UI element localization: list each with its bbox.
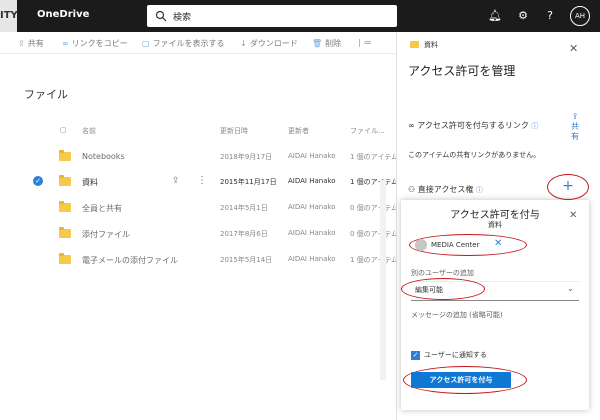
file-name[interactable]: 電子メールの添付ファイル bbox=[82, 255, 178, 266]
bell-icon[interactable]: 🔔︎ bbox=[488, 9, 502, 23]
highlight-ring bbox=[401, 278, 485, 300]
folder-icon bbox=[59, 227, 71, 238]
direct-access-section: ⚇ 直接アクセス権 ⓘ bbox=[408, 185, 483, 194]
remove-person-icon[interactable]: ✕ bbox=[494, 238, 502, 249]
file-date: 2014年5月1日 bbox=[220, 204, 268, 212]
check-icon[interactable]: ✓ bbox=[33, 176, 43, 186]
chevron-down-icon[interactable]: ⌄ bbox=[567, 284, 574, 293]
column-modified-by[interactable]: 更新者 bbox=[288, 126, 309, 136]
search-placeholder: 検索 bbox=[173, 13, 192, 23]
avatar[interactable]: AH bbox=[570, 6, 590, 26]
gear-icon[interactable]: ⚙ bbox=[516, 9, 530, 23]
more-vertical-icon[interactable]: ⋮ bbox=[197, 175, 207, 186]
dialog-subtitle: 資料 bbox=[488, 221, 502, 229]
pane-breadcrumb: 資料 bbox=[424, 41, 438, 49]
file-size: 1 個のアイテム bbox=[350, 178, 398, 186]
add-access-button[interactable]: + bbox=[547, 174, 589, 200]
delete-command[interactable]: 🗑︎ 削除 bbox=[312, 38, 341, 49]
file-icon: ▢ bbox=[142, 39, 150, 48]
folder-icon bbox=[59, 201, 71, 212]
divider bbox=[380, 180, 386, 380]
add-user-label[interactable]: 別のユーザーの追加 bbox=[411, 268, 474, 278]
edge-label: ITY bbox=[0, 0, 17, 32]
more-icon: | bbox=[358, 38, 361, 47]
message-input[interactable]: メッセージの追加 (省略可能) bbox=[411, 310, 503, 320]
file-name[interactable]: Notebooks bbox=[82, 152, 125, 161]
file-size: 0 個のアイテム bbox=[350, 230, 398, 238]
file-name[interactable]: 添付ファイル bbox=[82, 229, 130, 240]
file-modified-by: AIDAI Hanako bbox=[288, 152, 336, 160]
download-command[interactable]: ↓ ダウンロード bbox=[240, 38, 298, 49]
share-icon[interactable]: ⇪ bbox=[172, 176, 180, 186]
file-modified-by: AIDAI Hanako bbox=[288, 255, 336, 263]
page-title: ファイル bbox=[24, 88, 68, 101]
app-name[interactable]: OneDrive bbox=[37, 9, 89, 20]
search-input[interactable]: 検索 bbox=[147, 5, 397, 27]
file-size: 1 個のアイテム bbox=[350, 256, 398, 264]
notify-checkbox[interactable]: ✓ ユーザーに通知する bbox=[411, 350, 487, 360]
info-icon[interactable]: ⓘ bbox=[531, 122, 538, 130]
column-name[interactable]: 名前 bbox=[82, 126, 96, 136]
command-bar: ⇪ 共有 ∞ リンクをコピー ▢ ファイルを表示する ↓ ダウンロード 🗑︎ 削除 | ≔ bbox=[0, 32, 396, 54]
share-icon: ⇪ bbox=[18, 39, 25, 48]
close-icon[interactable]: ✕ bbox=[569, 42, 578, 55]
table-row[interactable]: ✓ 資料 ⇪ ⋮ 2015年11月17日 AIDAI Hanako 1 個のアイ… bbox=[0, 169, 398, 195]
folder-icon bbox=[59, 150, 71, 161]
permission-select[interactable]: 編集可能 bbox=[415, 285, 443, 295]
copy-link-command[interactable]: ∞ リンクをコピー bbox=[62, 38, 128, 49]
file-modified-by: AIDAI Hanako bbox=[288, 229, 336, 237]
file-size: 0 個のアイテム bbox=[350, 204, 398, 212]
file-modified-by: AIDAI Hanako bbox=[288, 203, 336, 211]
link-icon: ∞ bbox=[408, 121, 418, 130]
file-name[interactable]: 資料 bbox=[82, 177, 98, 188]
links-section: ∞ アクセス許可を付与するリンク ⓘ bbox=[408, 121, 539, 130]
file-name[interactable]: 全員と共有 bbox=[82, 203, 122, 214]
no-links-text: このアイテムの共有リンクがありません。 bbox=[408, 151, 541, 159]
file-date: 2015年11月17日 bbox=[220, 178, 277, 186]
search-icon bbox=[155, 10, 167, 22]
table-row[interactable]: 全員と共有 2014年5月1日 AIDAI Hanako 0 個のアイテム bbox=[0, 195, 398, 221]
grant-access-dialog: アクセス許可を付与 資料 ✕ MEDIA Center ✕ 別のユーザーの追加 … bbox=[401, 200, 589, 410]
person-icon: ⚇ bbox=[408, 185, 418, 194]
show-files-command[interactable]: ▢ ファイルを表示する bbox=[142, 38, 225, 49]
file-date: 2017年8月6日 bbox=[220, 230, 268, 238]
link-icon: ∞ bbox=[62, 39, 69, 48]
column-file-size[interactable]: ファイル... bbox=[350, 126, 385, 136]
file-size: 1 個のアイテム bbox=[350, 153, 398, 161]
table-row[interactable]: Notebooks 2018年9月17日 AIDAI Hanako 1 個のアイ… bbox=[0, 144, 398, 170]
help-icon[interactable]: ? bbox=[543, 9, 557, 23]
folder-icon bbox=[59, 253, 71, 264]
column-modified[interactable]: 更新日時 bbox=[220, 126, 248, 136]
download-icon: ↓ bbox=[240, 39, 247, 48]
file-date: 2015年5月14日 bbox=[220, 256, 273, 264]
more-command[interactable]: | ≔ bbox=[358, 38, 372, 47]
folder-icon bbox=[59, 175, 71, 186]
share-command[interactable]: ⇪ 共有 bbox=[18, 38, 44, 49]
file-modified-by: AIDAI Hanako bbox=[288, 177, 336, 185]
table-row[interactable]: 添付ファイル 2017年8月6日 AIDAI Hanako 0 個のアイテム bbox=[0, 221, 398, 247]
folder-icon bbox=[410, 41, 419, 48]
dialog-title: アクセス許可を付与 bbox=[450, 210, 540, 221]
file-date: 2018年9月17日 bbox=[220, 153, 273, 161]
person-name: MEDIA Center bbox=[431, 241, 480, 249]
trash-icon: 🗑︎ bbox=[312, 39, 323, 48]
info-icon[interactable]: ⓘ bbox=[476, 186, 483, 194]
top-bar: ITY OneDrive 検索 🔔︎ ⚙ ? AH bbox=[0, 0, 600, 32]
grant-access-button[interactable]: アクセス許可を付与 bbox=[411, 372, 511, 388]
close-icon[interactable]: ✕ bbox=[569, 210, 577, 221]
person-avatar bbox=[415, 239, 427, 251]
table-row[interactable]: 電子メールの添付ファイル 2015年5月14日 AIDAI Hanako 1 個… bbox=[0, 247, 398, 273]
permission-underline bbox=[411, 300, 579, 301]
file-type-icon[interactable]: ▢ bbox=[60, 126, 67, 134]
pane-title: アクセス許可を管理 bbox=[408, 64, 516, 78]
checkbox-icon[interactable]: ✓ bbox=[411, 350, 420, 360]
share-button[interactable]: ⇪ 共有 bbox=[569, 112, 581, 142]
share-icon: ⇪ bbox=[571, 112, 579, 121]
